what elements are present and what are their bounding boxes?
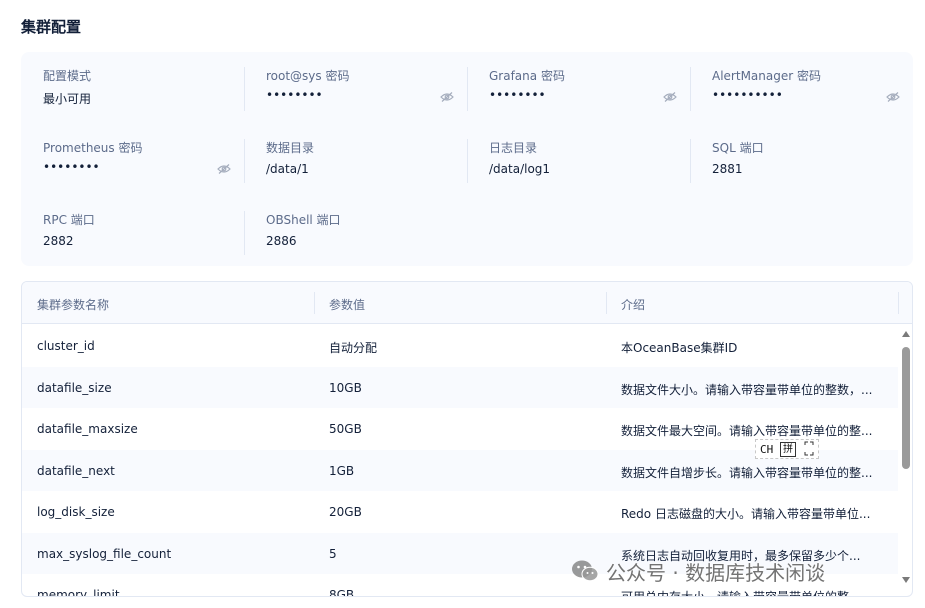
column-divider	[314, 292, 315, 314]
config-label: 日志目录	[489, 141, 538, 155]
param-desc: 数据文件自增步长。请输入带容量带单位的整...	[621, 465, 873, 480]
column-divider	[898, 292, 899, 314]
param-name: memory_limit	[37, 588, 120, 597]
param-name: max_syslog_file_count	[37, 546, 172, 561]
param-desc: 数据文件最大空间。请输入带容量带单位的整...	[621, 424, 873, 438]
table-row[interactable]: datafile_size 10GB 数据文件大小。请输入带容量带单位的整数，.…	[22, 366, 898, 408]
ime-toolbar[interactable]: CH 拼	[755, 439, 819, 459]
eye-off-icon[interactable]	[886, 92, 900, 102]
table-row[interactable]: cluster_id 自动分配 本OceanBase集群ID	[22, 325, 898, 367]
config-item-obshell-port: OBShell 端口 2886	[244, 211, 467, 255]
config-item-sql-port: SQL 端口 2881	[690, 139, 913, 183]
table-row[interactable]: log_disk_size 20GB Redo 日志磁盘的大小。请输入带容量带单…	[22, 491, 898, 533]
config-label: SQL 端口	[712, 141, 764, 155]
column-header-name: 集群参数名称	[37, 298, 110, 312]
section-title: 集群配置	[21, 18, 82, 36]
eye-off-icon[interactable]	[217, 164, 231, 174]
param-desc: 本OceanBase集群ID	[621, 341, 738, 355]
cluster-config-panel: 配置模式 最小可用 root@sys 密码 •••••••• Grafana 密…	[21, 52, 913, 266]
param-desc: Redo 日志磁盘的大小。请输入带容量带单位...	[621, 507, 871, 521]
password-value: ••••••••	[266, 88, 323, 102]
column-header-value: 参数值	[329, 298, 366, 312]
config-label: OBShell 端口	[266, 213, 341, 227]
scroll-thumb[interactable]	[902, 347, 910, 469]
watermark: 公众号 · 数据库技术闲谈	[570, 557, 825, 585]
param-name: datafile_size	[37, 380, 112, 395]
column-header-desc: 介绍	[621, 298, 646, 312]
ime-mode-label[interactable]: CH	[760, 443, 773, 456]
config-value: 最小可用	[43, 92, 92, 106]
config-item-prometheus-password: Prometheus 密码 ••••••••	[21, 139, 244, 183]
password-value: ••••••••	[43, 160, 100, 174]
config-label: RPC 端口	[43, 213, 95, 227]
config-value: /data/1	[266, 162, 309, 176]
scroll-down-arrow-icon[interactable]	[902, 577, 910, 583]
eye-off-icon[interactable]	[663, 92, 677, 102]
config-value: 2882	[43, 234, 74, 248]
ime-input-label[interactable]: 拼	[780, 442, 796, 457]
config-item-alertmanager-password: AlertManager 密码 ••••••••••	[690, 67, 913, 111]
param-name: cluster_id	[37, 339, 95, 353]
config-value: 2881	[712, 162, 743, 176]
param-value: 10GB	[329, 380, 362, 395]
fullscreen-corners-icon[interactable]	[804, 441, 814, 456]
param-name: log_disk_size	[37, 505, 115, 519]
wechat-icon	[572, 560, 599, 582]
scroll-up-arrow-icon[interactable]	[902, 331, 910, 337]
param-name: datafile_next	[37, 463, 115, 478]
param-value: 自动分配	[329, 341, 378, 355]
config-label: AlertManager 密码	[712, 69, 821, 83]
table-header: 集群参数名称 参数值 介绍	[22, 282, 912, 324]
param-value: 8GB	[329, 588, 355, 597]
config-label: Prometheus 密码	[43, 141, 143, 155]
password-value: ••••••••••	[712, 88, 783, 102]
param-desc: 可用总内存大小。请输入带容量带单位的整...	[621, 590, 861, 597]
config-label: root@sys 密码	[266, 69, 350, 83]
param-value: 5	[329, 546, 337, 561]
config-label: 配置模式	[43, 69, 92, 83]
config-label: Grafana 密码	[489, 69, 565, 83]
config-item-root-password: root@sys 密码 ••••••••	[244, 67, 467, 111]
config-item-log-dir: 日志目录 /data/log1	[467, 139, 690, 183]
param-value: 50GB	[329, 422, 362, 436]
watermark-text: 公众号 · 数据库技术闲谈	[606, 560, 826, 585]
param-desc: 数据文件大小。请输入带容量带单位的整数，...	[621, 382, 873, 397]
config-value: 2886	[266, 234, 297, 248]
config-item-grafana-password: Grafana 密码 ••••••••	[467, 67, 690, 111]
eye-off-icon[interactable]	[440, 92, 454, 102]
config-item-rpc-port: RPC 端口 2882	[21, 211, 244, 255]
param-value: 20GB	[329, 505, 362, 519]
password-value: ••••••••	[489, 88, 546, 102]
config-value: /data/log1	[489, 162, 551, 176]
config-label: 数据目录	[266, 141, 315, 155]
column-divider	[606, 292, 607, 314]
vertical-scrollbar[interactable]	[900, 325, 912, 596]
param-value: 1GB	[329, 463, 355, 478]
param-name: datafile_maxsize	[37, 422, 138, 436]
config-item-mode: 配置模式 最小可用	[21, 67, 244, 111]
config-item-data-dir: 数据目录 /data/1	[244, 139, 467, 183]
